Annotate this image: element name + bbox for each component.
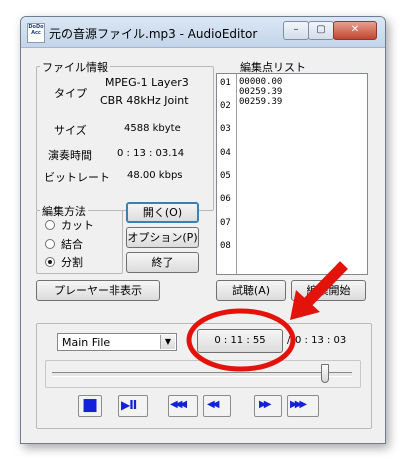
highlight-ring bbox=[186, 308, 296, 372]
red-arrow-icon bbox=[290, 261, 348, 320]
annotation-overlay bbox=[186, 261, 348, 372]
